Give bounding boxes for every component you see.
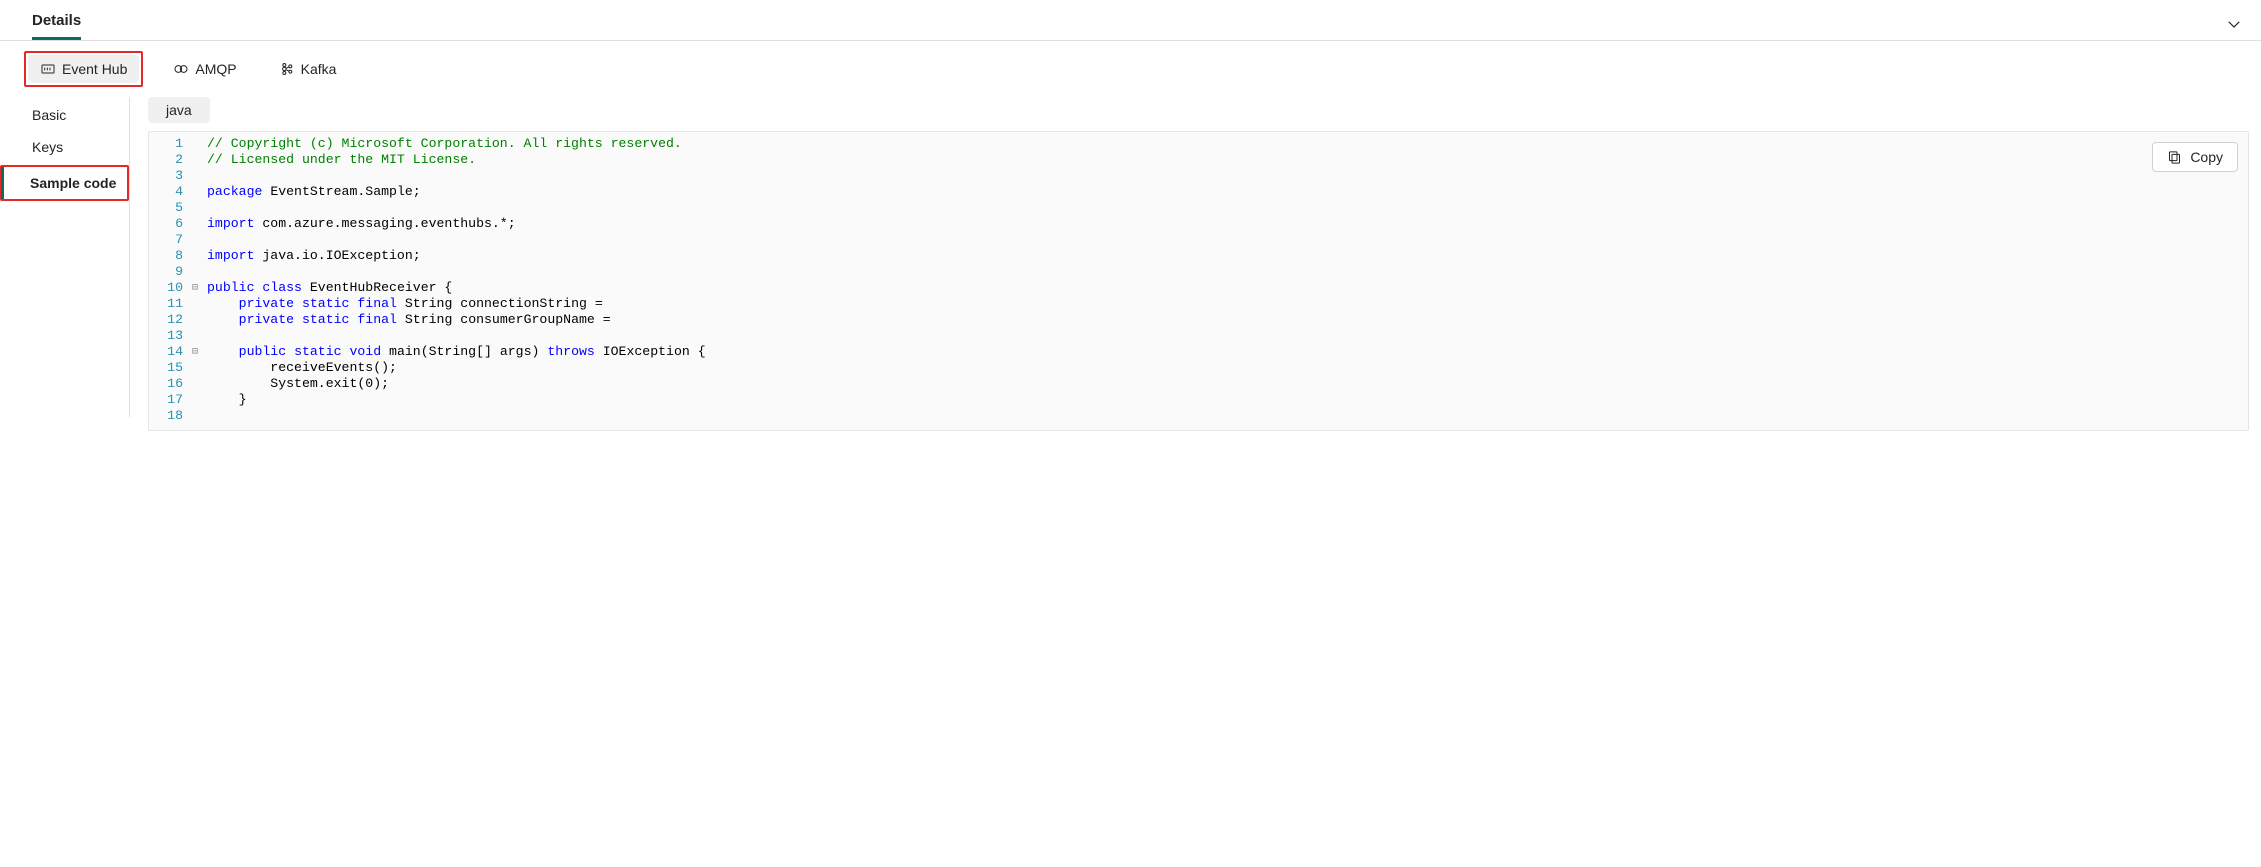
line-number: 1 [149,136,189,152]
code-line: 1 // Copyright (c) Microsoft Corporation.… [149,136,2248,152]
code-text: import java.io.IOException; [201,248,421,264]
code-line: 10 public class EventHubReceiver { [149,280,2248,296]
code-editor: Copy 1// Copyright (c) Microsoft Corpora… [148,131,2249,431]
code-text: receiveEvents(); [201,360,397,376]
line-number: 17 [149,392,189,408]
line-number: 13 [149,328,189,344]
code-line: 11 private static final String connectio… [149,296,2248,312]
code-line: 6 import com.azure.messaging.eventhubs.*; [149,216,2248,232]
protocol-tab-kafka[interactable]: Kafka [267,55,349,83]
code-text: // Licensed under the MIT License. [201,152,476,168]
line-number: 15 [149,360,189,376]
line-number: 8 [149,248,189,264]
line-number: 7 [149,232,189,248]
sidebar-item-label: Keys [32,139,63,155]
panel-title[interactable]: Details [32,8,81,40]
amqp-icon [173,61,189,77]
line-number: 14 [149,344,189,360]
line-number: 18 [149,408,189,424]
code-line: 14 public static void main(String[] args… [149,344,2248,360]
code-text: } [201,392,247,408]
code-line: 3 [149,168,2248,184]
code-line: 12 private static final String consumerG… [149,312,2248,328]
protocol-tab-label: Kafka [301,61,337,77]
line-number: 3 [149,168,189,184]
line-number: 4 [149,184,189,200]
protocol-tab-eventhub[interactable]: Event Hub [28,55,139,83]
sidebar-item-label: Basic [32,107,66,123]
highlight-box: Event Hub [24,51,143,87]
fold-toggle-icon[interactable] [189,280,201,297]
line-number: 5 [149,200,189,216]
line-number: 6 [149,216,189,232]
line-number: 9 [149,264,189,280]
protocol-tabs: Event Hub AMQP Kafka [0,41,2261,97]
code-line: 13 [149,328,2248,344]
main-content: java Copy 1// Copyright (c) Microsoft Co… [130,97,2261,431]
protocol-tab-amqp[interactable]: AMQP [161,55,248,83]
code-line: 8 import java.io.IOException; [149,248,2248,264]
sidebar-item-keys[interactable]: Keys [0,131,129,163]
protocol-tab-label: Event Hub [62,61,127,77]
panel-header: Details [0,0,2261,40]
fold-toggle-icon[interactable] [189,344,201,361]
line-number: 10 [149,280,189,296]
protocol-tab-label: AMQP [195,61,236,77]
code-text: private static final String consumerGrou… [201,312,611,328]
sidebar: Basic Keys Sample code [0,97,130,417]
code-line: 2 // Licensed under the MIT License. [149,152,2248,168]
panel-body: Basic Keys Sample code java Copy 1// Copyr… [0,97,2261,431]
sidebar-item-basic[interactable]: Basic [0,99,129,131]
eventhub-icon [40,61,56,77]
code-text: public class EventHubReceiver { [201,280,452,296]
language-selector[interactable]: java [148,97,210,123]
code-line: 5 [149,200,2248,216]
code-line: 4 package EventStream.Sample; [149,184,2248,200]
line-number: 2 [149,152,189,168]
line-number: 16 [149,376,189,392]
code-text: // Copyright (c) Microsoft Corporation. … [201,136,682,152]
code-line: 18 [149,408,2248,424]
kafka-icon [279,61,295,77]
code-line: 15 receiveEvents(); [149,360,2248,376]
code-text: public static void main(String[] args) t… [201,344,706,360]
code-block[interactable]: 1 // Copyright (c) Microsoft Corporation.… [149,132,2248,430]
collapse-chevron-icon[interactable] [2221,11,2247,37]
code-line: 16 System.exit(0); [149,376,2248,392]
code-line: 9 [149,264,2248,280]
sidebar-item-label: Sample code [30,175,116,191]
code-text: private static final String connectionSt… [201,296,603,312]
code-text: import com.azure.messaging.eventhubs.*; [201,216,516,232]
code-text: System.exit(0); [201,376,389,392]
line-number: 12 [149,312,189,328]
code-line: 17 } [149,392,2248,408]
code-line: 7 [149,232,2248,248]
line-number: 11 [149,296,189,312]
sidebar-item-samplecode[interactable]: Sample code [0,165,129,201]
details-panel: Details Event Hub AMQP Kafka Basic Keys Samp… [0,0,2261,431]
code-text: package EventStream.Sample; [201,184,421,200]
